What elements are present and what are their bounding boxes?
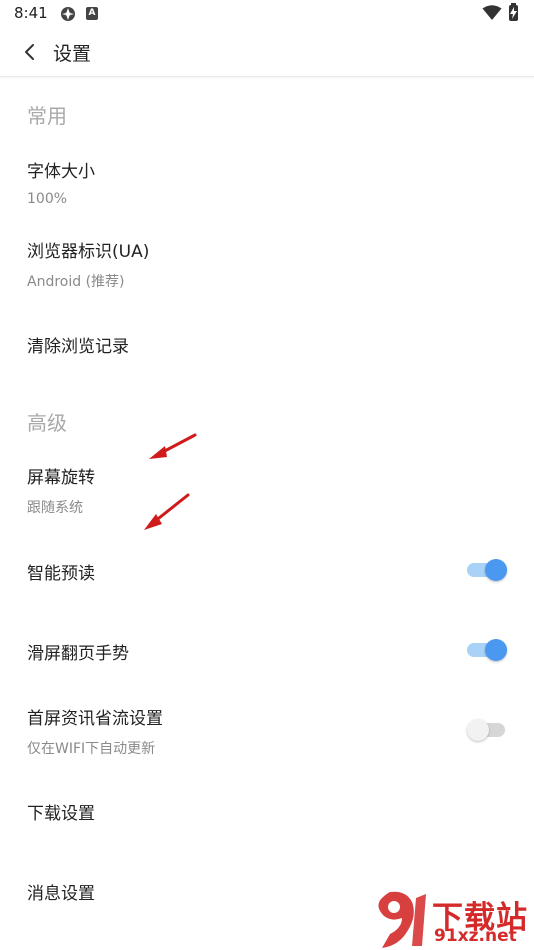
annotation-arrow-icon [149, 433, 197, 459]
settings-item-value: Android (推荐) [27, 274, 125, 290]
swipe-gesture-toggle[interactable] [467, 639, 507, 661]
toolbar: 设置 [0, 28, 534, 77]
settings-item-font-size[interactable]: 字体大小 100% [0, 150, 534, 216]
settings-item-title: 清除浏览记录 [27, 337, 129, 357]
data-saver-toggle[interactable] [467, 719, 507, 741]
settings-item-title: 智能预读 [27, 564, 95, 584]
settings-item-title: 消息设置 [27, 884, 95, 904]
watermark-logo-icon [378, 891, 426, 948]
settings-item-value: 100% [27, 191, 68, 207]
status-bar: 8:41 A [0, 0, 534, 28]
status-time: 8:41 [14, 4, 48, 22]
notification-icon: A [86, 7, 98, 20]
back-icon[interactable] [20, 40, 40, 64]
page-title: 设置 [53, 43, 92, 65]
battery-icon [509, 3, 518, 21]
settings-item-value: 跟随系统 [27, 500, 83, 516]
settings-item-clear-history[interactable]: 清除浏览记录 [0, 320, 534, 370]
settings-item-data-saver[interactable]: 首屏资讯省流设置 仅在WIFI下自动更新 [0, 698, 534, 764]
watermark: 下载站 91xz.net [368, 888, 534, 950]
smart-preload-toggle[interactable] [467, 559, 507, 581]
wifi-icon [482, 5, 502, 20]
watermark-domain: 91xz.net [434, 926, 517, 946]
settings-item-title: 首屏资讯省流设置 [27, 709, 163, 729]
settings-item-title: 字体大小 [27, 162, 95, 182]
settings-item-screen-rotation[interactable]: 屏幕旋转 跟随系统 [0, 456, 534, 522]
settings-item-smart-preload[interactable]: 智能预读 [0, 548, 534, 592]
settings-item-user-agent[interactable]: 浏览器标识(UA) Android (推荐) [0, 230, 534, 296]
annotation-arrow-icon [144, 493, 190, 530]
settings-item-download[interactable]: 下载设置 [0, 788, 534, 832]
settings-item-title: 滑屏翻页手势 [27, 644, 129, 664]
section-header-advanced: 高级 [27, 411, 67, 435]
settings-item-title: 浏览器标识(UA) [27, 242, 150, 262]
settings-item-title: 下载设置 [27, 804, 95, 824]
sync-icon [61, 7, 75, 21]
section-header-common: 常用 [27, 104, 67, 128]
settings-item-swipe-gesture[interactable]: 滑屏翻页手势 [0, 628, 534, 672]
settings-item-subtitle: 仅在WIFI下自动更新 [27, 741, 156, 757]
settings-item-title: 屏幕旋转 [27, 468, 95, 488]
